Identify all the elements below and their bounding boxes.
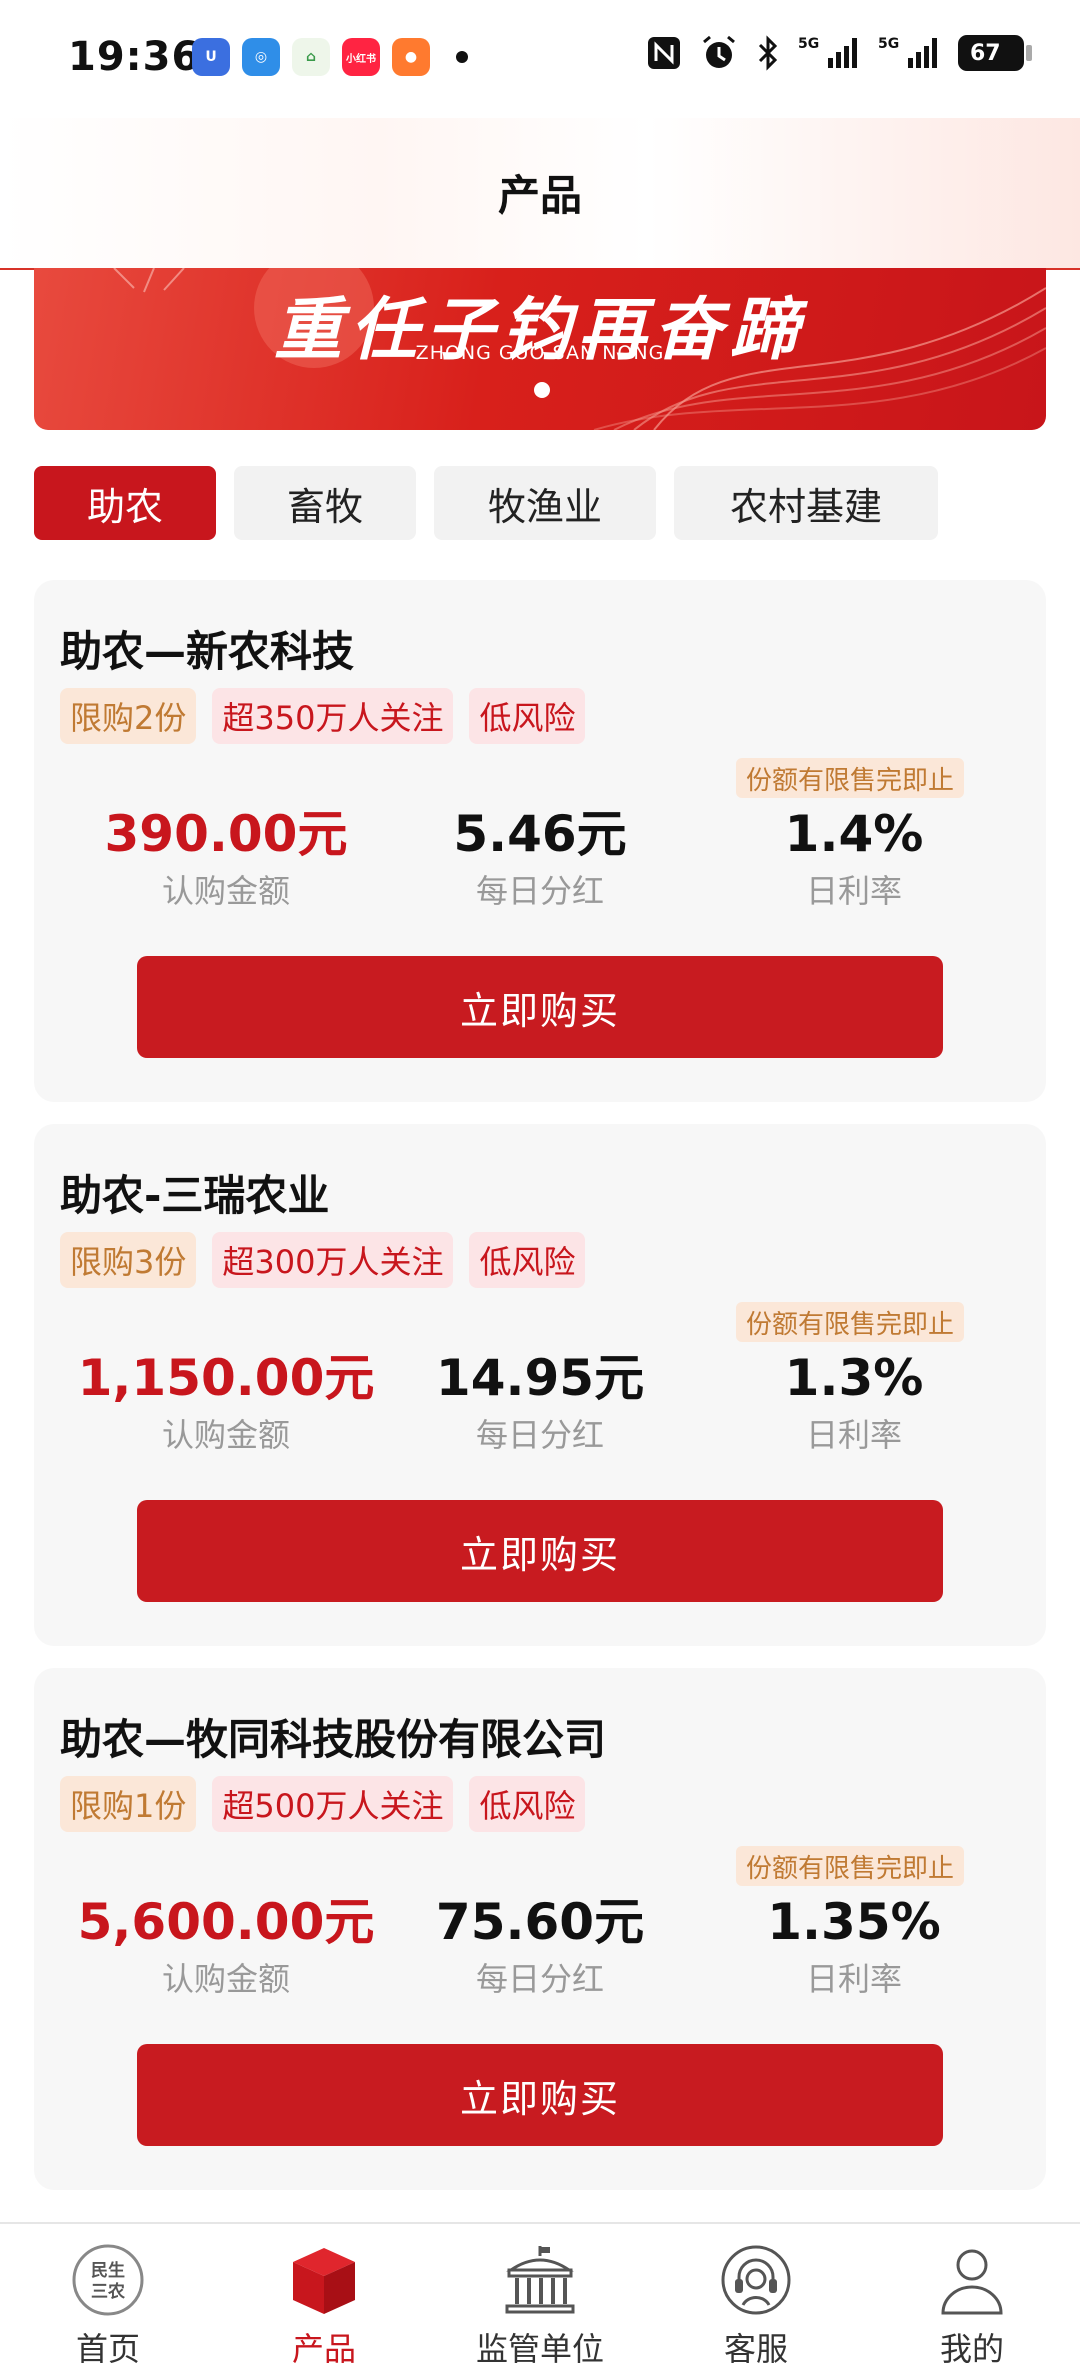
product-title: 助农—新农科技 [60,627,355,676]
amount-label: 认购金额 [161,1960,290,1998]
rate-value: 1.4% [784,805,924,863]
amount-label: 认购金额 [161,872,290,910]
alarm-icon [703,35,735,68]
nfc-icon [648,37,680,69]
rate-label: 日利率 [805,1416,902,1454]
nav-item-service[interactable]: 客服 [648,2224,864,2376]
system-icons: 5G 5G 67 [646,34,1032,72]
tab-muyuye[interactable]: 牧渔业 [434,466,656,540]
buy-now-button[interactable]: 立即购买 [137,956,943,1058]
amount-label: 认购金额 [161,1416,290,1454]
tab-zhunong[interactable]: 助农 [34,466,216,540]
quota-badge: 份额有限售完即止 [735,1846,964,1886]
product-card: 助农—新农科技 限购2份 超350万人关注 低风险 份额有限售完即止 390.0… [34,580,1046,1102]
nav-label-service: 客服 [723,2330,788,2368]
nav-label-mine: 我的 [939,2330,1004,2368]
government-building-icon [500,2240,580,2320]
svg-text:三农: 三农 [91,2281,125,2302]
tab-nongcun-jijian[interactable]: 农村基建 [674,466,938,540]
risk-tag: 低风险 [469,1776,586,1832]
signal-5g-1-icon: 5G [798,36,857,68]
status-time: 19:36 [68,34,201,80]
app-u-icon: U [192,38,230,76]
bluetooth-icon [758,35,778,71]
user-icon [932,2240,1012,2320]
amount-stat: 390.00元 认购金额 [66,802,386,916]
category-tabs: 助农 畜牧 牧渔业 农村基建 [34,466,938,540]
purchase-limit-tag: 限购2份 [60,688,197,744]
risk-tag: 低风险 [469,1232,586,1288]
product-tags: 限购2份 超350万人关注 低风险 [60,688,586,744]
page-header: 产品 [0,118,1080,270]
nav-label-regulator: 监管单位 [475,2330,604,2368]
purchase-limit-tag: 限购3份 [60,1232,197,1288]
amount-value: 1,150.00元 [77,1349,375,1407]
dividend-label: 每日分红 [475,1960,604,1998]
quota-badge: 份额有限售完即止 [735,758,964,798]
followers-tag: 超300万人关注 [212,1232,454,1288]
nav-item-mine[interactable]: 我的 [864,2224,1080,2376]
app-home-icon: ⌂ [292,38,330,76]
nav-item-regulator[interactable]: 监管单位 [432,2224,648,2376]
banner-page-indicator[interactable] [534,382,550,398]
product-card: 助农-三瑞农业 限购3份 超300万人关注 低风险 份额有限售完即止 1,150… [34,1124,1046,1646]
amount-stat: 1,150.00元 认购金额 [66,1346,386,1460]
followers-tag: 超500万人关注 [212,1776,454,1832]
bottom-navigation: 民生 三农 首页 产品 监管单位 客服 我的 [0,2222,1080,2376]
rate-label: 日利率 [805,872,902,910]
rate-label: 日利率 [805,1960,902,1998]
buy-now-button[interactable]: 立即购买 [137,1500,943,1602]
dividend-value: 5.46元 [453,805,627,863]
product-title: 助农—牧同科技股份有限公司 [60,1715,607,1764]
followers-tag: 超350万人关注 [212,688,454,744]
nav-label-home: 首页 [75,2330,140,2368]
xiaohongshu-icon: 小红书 [342,38,380,76]
rate-stat: 1.4% 日利率 [694,802,1014,916]
more-notifications-dot [456,51,468,63]
rate-value: 1.35% [767,1893,941,1951]
status-bar: 19:36 U ◎ ⌂ 小红书 ● 5G 5G 67 [0,0,1080,118]
dividend-stat: 14.95元 每日分红 [380,1346,700,1460]
purchase-limit-tag: 限购1份 [60,1776,197,1832]
rate-stat: 1.35% 日利率 [694,1890,1014,2004]
product-card: 助农—牧同科技股份有限公司 限购1份 超500万人关注 低风险 份额有限售完即止… [34,1668,1046,2190]
risk-tag: 低风险 [469,688,586,744]
banner-subtitle: ZHONG GUO SAN NONG [415,342,665,364]
svg-text:5G: 5G [798,36,819,52]
nav-item-home[interactable]: 民生 三农 首页 [0,2224,216,2376]
dividend-stat: 75.60元 每日分红 [380,1890,700,2004]
cube-icon [284,2240,364,2320]
svg-text:民生: 民生 [91,2260,125,2281]
amount-value: 5,600.00元 [77,1893,375,1951]
promo-banner[interactable]: 重任子钧再奋蹄 ZHONG GUO SAN NONG [34,268,1046,430]
svg-text:5G: 5G [878,36,899,52]
product-tags: 限购1份 超500万人关注 低风险 [60,1776,586,1832]
rate-stat: 1.3% 日利率 [694,1346,1014,1460]
rate-value: 1.3% [784,1349,924,1407]
headset-icon [716,2240,796,2320]
battery-icon: 67 [958,35,1032,71]
app-orange-icon: ● [392,38,430,76]
quota-badge: 份额有限售完即止 [735,1302,964,1342]
buy-now-button[interactable]: 立即购买 [137,2044,943,2146]
nav-item-products[interactable]: 产品 [216,2224,432,2376]
tab-xumu[interactable]: 畜牧 [234,466,416,540]
signal-5g-2-icon: 5G [878,36,937,68]
amount-stat: 5,600.00元 认购金额 [66,1890,386,2004]
amount-value: 390.00元 [104,805,348,863]
dividend-value: 14.95元 [435,1349,645,1407]
minsheng-sannong-logo-icon: 民生 三农 [68,2240,148,2320]
product-tags: 限购3份 超300万人关注 低风险 [60,1232,586,1288]
dividend-label: 每日分红 [475,1416,604,1454]
nav-label-products: 产品 [291,2330,356,2368]
product-title: 助农-三瑞农业 [60,1171,330,1220]
dividend-stat: 5.46元 每日分红 [380,802,700,916]
notification-icons: U ◎ ⌂ 小红书 ● [192,38,468,76]
app-camera-icon: ◎ [242,38,280,76]
dividend-label: 每日分红 [475,872,604,910]
dividend-value: 75.60元 [435,1893,645,1951]
page-title: 产品 [497,171,582,220]
